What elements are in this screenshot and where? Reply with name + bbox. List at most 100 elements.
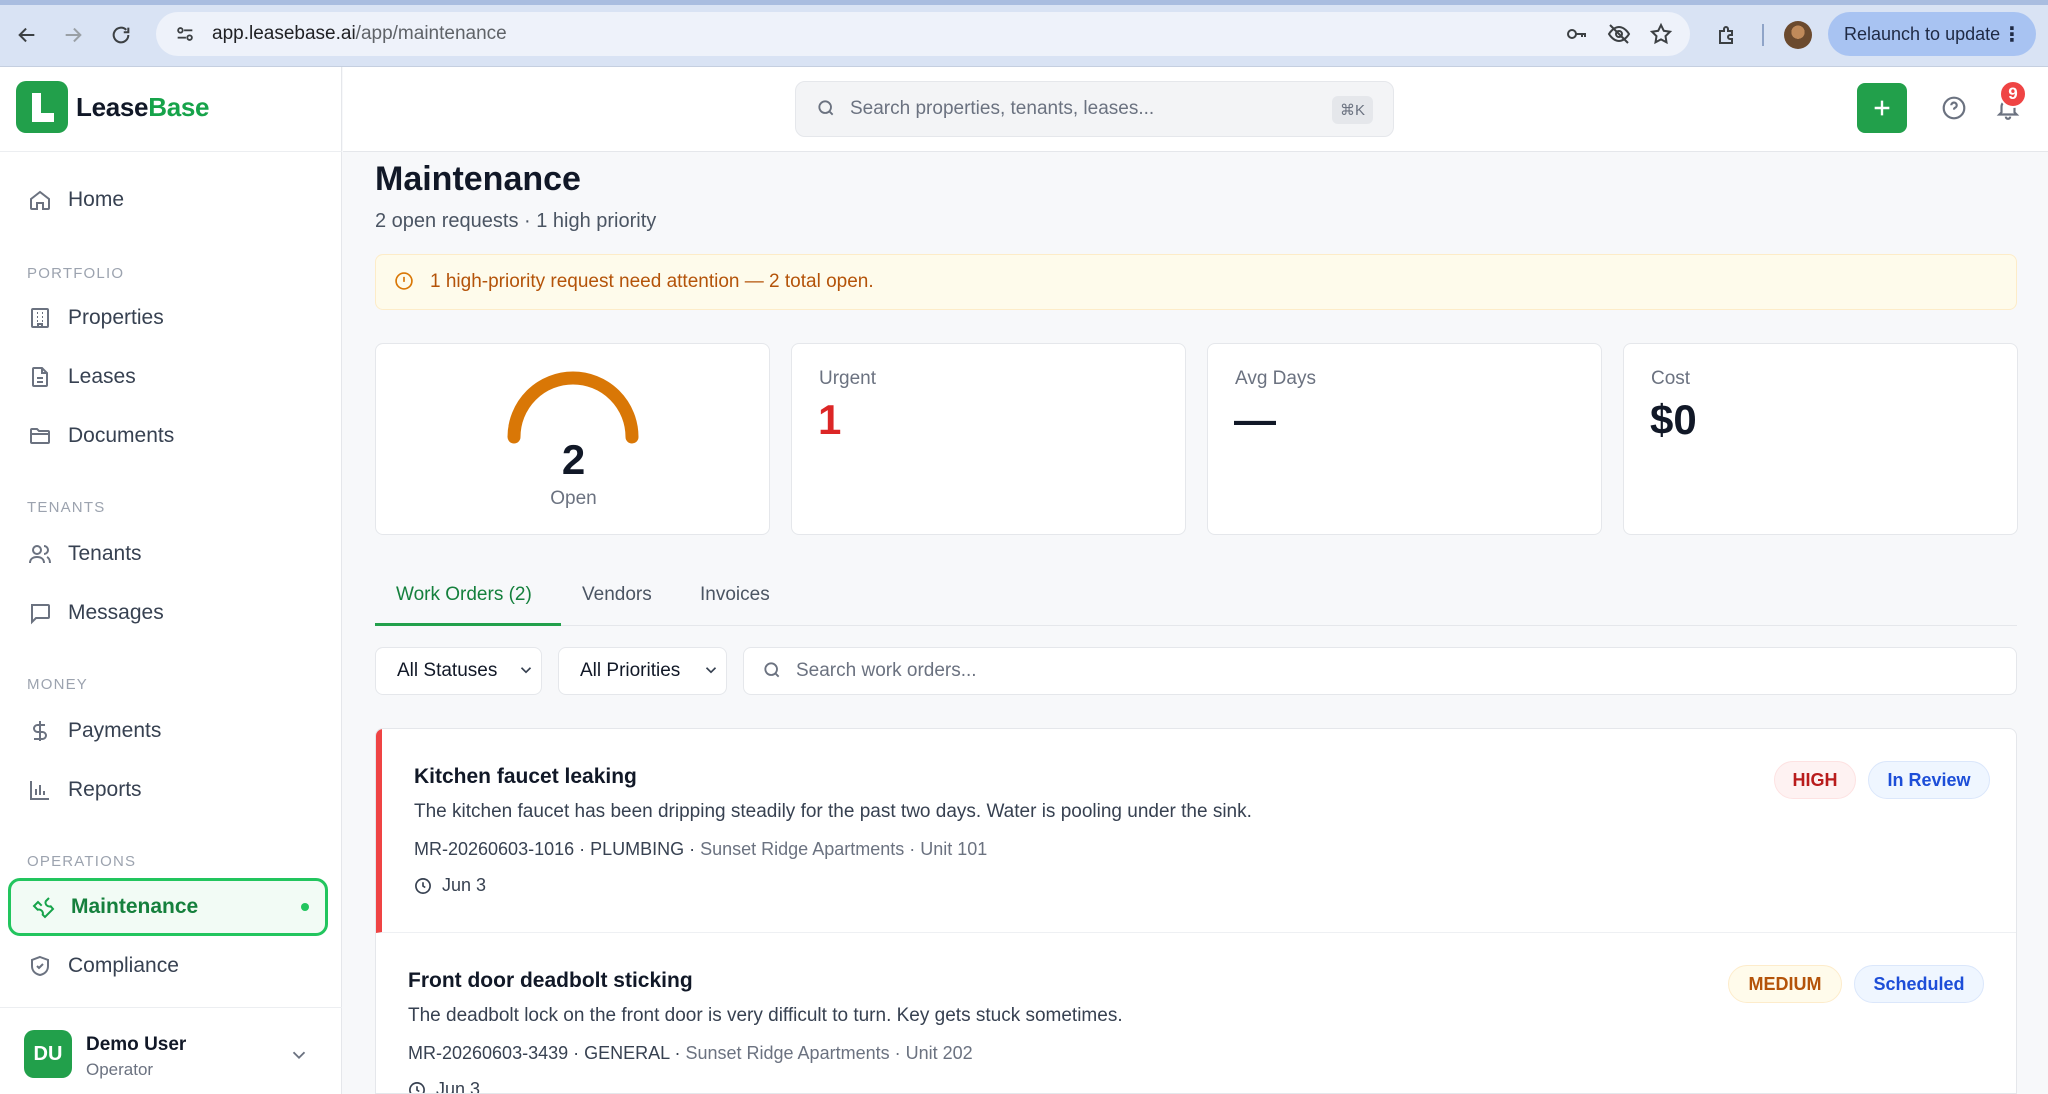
stat-card-avg-days: Avg Days — (1207, 343, 1602, 535)
user-menu[interactable]: DU Demo User Operator (0, 1007, 342, 1094)
key-icon[interactable] (1564, 21, 1590, 47)
priority-badge: HIGH (1774, 761, 1856, 799)
work-order-title[interactable]: Front door deadbolt sticking (408, 969, 693, 993)
work-order-search-input[interactable]: Search work orders... (743, 647, 2017, 695)
list-item[interactable]: Front door deadbolt sticking The deadbol… (376, 933, 2016, 1093)
work-order-description: The deadbolt lock on the front door is v… (408, 1005, 1123, 1026)
active-indicator-dot (301, 903, 309, 911)
browser-profile-avatar[interactable] (1784, 21, 1812, 49)
alert-circle-icon (394, 271, 416, 293)
brand-name-part2: Base (148, 91, 210, 122)
sidebar-item-leases[interactable]: Leases (8, 350, 328, 404)
folder-icon (26, 422, 54, 450)
open-count-value: 2 (561, 436, 586, 483)
home-icon (26, 186, 54, 214)
more-vertical-icon[interactable]: ⋮ (2002, 22, 2022, 47)
cost-label: Cost (1651, 368, 1691, 389)
sidebar-item-label: Payments (68, 719, 162, 742)
tab-vendors[interactable]: Vendors (582, 580, 652, 626)
work-order-id: MR-20260603-3439 · GENERAL · (408, 1043, 686, 1063)
leasebase-logo-icon (16, 81, 68, 133)
sidebar-item-properties[interactable]: Properties (8, 291, 328, 345)
section-label-tenants: TENANTS (27, 499, 106, 516)
file-text-icon (26, 363, 54, 391)
sidebar-item-tenants[interactable]: Tenants (8, 527, 328, 581)
section-label-money: MONEY (27, 676, 89, 693)
url-text[interactable]: app.leasebase.ai/app/maintenance (212, 23, 507, 45)
sidebar-item-label: Home (68, 188, 125, 211)
global-search-input[interactable]: Search properties, tenants, leases... ⌘K (795, 81, 1394, 137)
help-icon[interactable] (1937, 91, 1971, 125)
plus-icon (1874, 100, 1890, 116)
sidebar-item-label: Maintenance (71, 895, 199, 918)
search-icon (762, 660, 784, 682)
chevron-down-icon[interactable] (288, 1044, 310, 1071)
relaunch-update-button[interactable]: Relaunch to update ⋮ (1828, 12, 2036, 56)
maintenance-tabs: Work Orders (2) Vendors Invoices (375, 580, 2017, 626)
urgent-label: Urgent (819, 368, 877, 389)
work-order-property: Sunset Ridge Apartments · Unit 101 (700, 839, 988, 859)
forward-arrow-icon[interactable] (58, 20, 88, 50)
section-label-portfolio: PORTFOLIO (27, 265, 125, 282)
sidebar-divider (0, 151, 342, 152)
chevron-down-icon (517, 661, 535, 685)
work-order-meta: MR-20260603-1016 · PLUMBING · Sunset Rid… (414, 839, 987, 860)
sidebar-item-documents[interactable]: Documents (8, 409, 328, 463)
top-bar: Search properties, tenants, leases... ⌘K… (343, 67, 2048, 152)
priority-filter-select[interactable]: All Priorities (558, 647, 727, 695)
sidebar-item-label: Properties (68, 306, 164, 329)
status-filter-value: All Statuses (397, 660, 498, 681)
add-new-button[interactable] (1857, 83, 1907, 133)
sidebar-item-home[interactable]: Home (8, 173, 328, 227)
avg-days-label: Avg Days (1235, 368, 1316, 389)
user-role: Operator (86, 1060, 154, 1079)
back-arrow-icon[interactable] (12, 20, 42, 50)
users-icon (26, 540, 54, 568)
list-item[interactable]: Kitchen faucet leaking The kitchen fauce… (376, 729, 2016, 933)
relaunch-label: Relaunch to update (1844, 23, 2001, 44)
sidebar-item-label: Leases (68, 365, 136, 388)
url-domain: app.leasebase.ai (212, 23, 356, 44)
message-square-icon (26, 599, 54, 627)
sidebar-item-messages[interactable]: Messages (8, 586, 328, 640)
extensions-puzzle-icon[interactable] (1712, 20, 1742, 50)
brand-logo-link[interactable]: LeaseBase (16, 81, 210, 133)
status-badge: Scheduled (1854, 965, 1984, 1003)
work-order-date: Jun 3 (414, 875, 486, 896)
sidebar-item-compliance[interactable]: Compliance (8, 939, 328, 993)
reload-icon[interactable] (106, 20, 136, 50)
work-order-date: Jun 3 (408, 1079, 480, 1093)
status-filter-select[interactable]: All Statuses (375, 647, 542, 695)
avatar: DU (24, 1030, 72, 1078)
page-subtitle: 2 open requests · 1 high priority (375, 210, 657, 232)
bookmark-star-icon[interactable] (1648, 21, 1674, 47)
dollar-sign-icon (26, 717, 54, 745)
eye-off-icon[interactable] (1606, 21, 1632, 47)
user-name: Demo User (86, 1034, 187, 1055)
clock-icon (414, 877, 432, 895)
shield-check-icon (26, 952, 54, 980)
work-order-list: Kitchen faucet leaking The kitchen fauce… (375, 728, 2017, 1094)
browser-tabstrip-edge (0, 0, 2048, 5)
sidebar-item-reports[interactable]: Reports (8, 763, 328, 817)
site-settings-icon[interactable] (172, 21, 198, 47)
work-order-title[interactable]: Kitchen faucet leaking (414, 765, 637, 789)
sidebar-item-maintenance[interactable]: Maintenance (8, 878, 328, 936)
address-bar[interactable]: app.leasebase.ai/app/maintenance (156, 12, 1690, 56)
avg-days-value: — (1234, 396, 1276, 443)
tab-invoices[interactable]: Invoices (700, 580, 770, 626)
sidebar-item-label: Documents (68, 424, 175, 447)
stat-card-urgent: Urgent 1 (791, 343, 1186, 535)
url-path: /app/maintenance (355, 23, 507, 44)
sidebar-item-label: Messages (68, 601, 164, 624)
brand-name-part1: Lease (76, 91, 149, 122)
toolbar-separator (1762, 24, 1764, 46)
tab-work-orders[interactable]: Work Orders (2) (375, 580, 561, 626)
wrench-icon (29, 893, 57, 921)
bar-chart-icon (26, 776, 54, 804)
stat-card-cost: Cost $0 (1623, 343, 2018, 535)
urgent-value: 1 (818, 396, 842, 443)
open-count-label: Open (550, 488, 597, 509)
sidebar-item-payments[interactable]: Payments (8, 704, 328, 758)
status-badge: In Review (1868, 761, 1990, 799)
